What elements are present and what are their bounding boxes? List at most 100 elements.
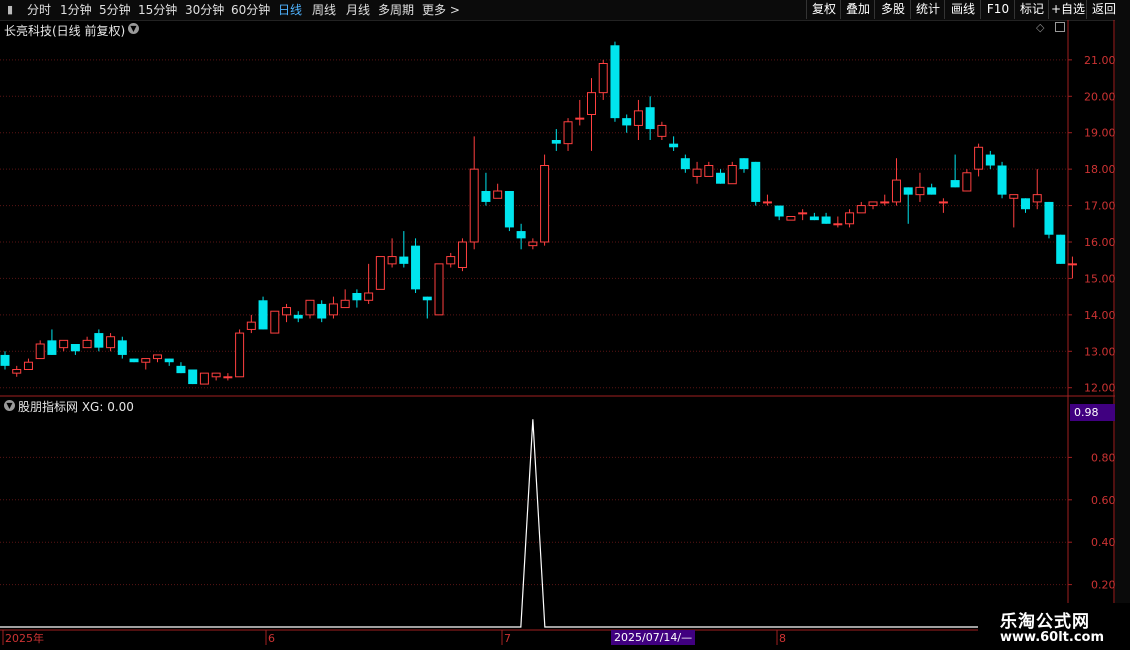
price-tick-label: 20.00 (1084, 90, 1116, 103)
indicator-header: ▼ 股朋指标网 XG: 0.00 (0, 397, 1068, 414)
candle-body (692, 168, 702, 177)
candle (727, 161, 737, 185)
watermark: 乐淘公式网 www.60lt.com (978, 603, 1130, 650)
candle (551, 129, 561, 151)
candle-body (563, 121, 573, 145)
candle-body (950, 180, 960, 188)
candle (59, 339, 69, 352)
price-tick-label: 21.00 (1084, 54, 1116, 67)
price-tick-label: 18.00 (1084, 163, 1116, 176)
candle-body (727, 165, 737, 185)
candle (610, 41, 620, 122)
price-tick-label: 16.00 (1084, 236, 1116, 249)
xg-indicator-line (0, 419, 1068, 628)
candle (293, 311, 303, 323)
candle-body (340, 299, 350, 309)
candle-body (141, 358, 151, 363)
candle (809, 212, 819, 221)
candle-body (1056, 234, 1066, 264)
chevron-down-icon[interactable]: ▼ (4, 400, 15, 411)
date-label: 6 (268, 632, 275, 645)
candle-body (129, 358, 139, 363)
candle (1021, 198, 1031, 213)
candle (387, 238, 397, 268)
candle-body (23, 361, 33, 371)
candle (645, 96, 655, 140)
candle-body (364, 292, 374, 301)
candle (35, 340, 45, 360)
candle (94, 329, 104, 352)
candle (70, 344, 80, 355)
candle (927, 183, 937, 195)
candle-body (47, 340, 57, 355)
candle-body (669, 143, 679, 148)
candle-body (176, 365, 186, 374)
candle-body (528, 241, 538, 247)
candle (587, 78, 596, 151)
candle-body (868, 201, 878, 207)
candle (1056, 234, 1066, 264)
indicator-value-badge: 0.98 (1070, 404, 1120, 421)
candle (141, 358, 151, 370)
cursor-date-badge: 2025/07/14/— (611, 630, 696, 645)
candle (82, 336, 92, 349)
candle-body (82, 339, 92, 349)
candle (692, 161, 702, 184)
candle (23, 358, 33, 371)
candle (985, 150, 995, 170)
candle (282, 303, 292, 323)
candle-body (716, 172, 726, 184)
date-label: 2025年 (5, 631, 44, 645)
candle-body (446, 256, 456, 265)
candle-body (645, 107, 655, 130)
candle-body (962, 172, 972, 192)
candle-body (680, 158, 690, 170)
candle (856, 201, 866, 214)
candle-body (317, 303, 327, 319)
price-tick-label: 17.00 (1084, 200, 1116, 213)
candle (481, 172, 491, 206)
candle (164, 358, 174, 366)
candle-body (469, 168, 479, 243)
candle-body (188, 369, 198, 385)
candle (47, 329, 57, 355)
candle-body (938, 201, 948, 204)
candle-body (1044, 201, 1054, 235)
candle-body (504, 191, 514, 228)
candle (129, 358, 139, 363)
candle (117, 336, 127, 359)
candle-body (657, 124, 667, 137)
candle (176, 362, 186, 374)
price-tick-label: 13.00 (1084, 345, 1116, 358)
candle-body (704, 165, 714, 177)
candle-body (798, 212, 808, 215)
candle-body (258, 300, 268, 330)
candle (1067, 256, 1077, 279)
candle (399, 231, 409, 268)
candle (516, 223, 526, 250)
candle (903, 187, 913, 224)
candle-body (35, 343, 45, 360)
candle-body (94, 333, 104, 348)
candle-body (903, 187, 913, 195)
candle (704, 161, 714, 177)
candle-body (786, 216, 796, 221)
candle (305, 299, 315, 319)
candle (575, 99, 585, 126)
candle-body (411, 245, 421, 290)
candle-body (622, 118, 632, 126)
candle (868, 201, 878, 210)
candle-body (809, 216, 819, 221)
candle-body (305, 299, 315, 316)
candle-body (235, 332, 245, 378)
candle (469, 136, 479, 250)
candle (1044, 201, 1054, 239)
candle-body (762, 201, 772, 204)
candle-body (915, 186, 925, 196)
candle-body (845, 212, 855, 225)
candle-body (774, 205, 784, 217)
candle (199, 372, 209, 385)
candle-body (375, 256, 385, 290)
candle-body (985, 154, 995, 166)
candle-body (106, 336, 116, 349)
